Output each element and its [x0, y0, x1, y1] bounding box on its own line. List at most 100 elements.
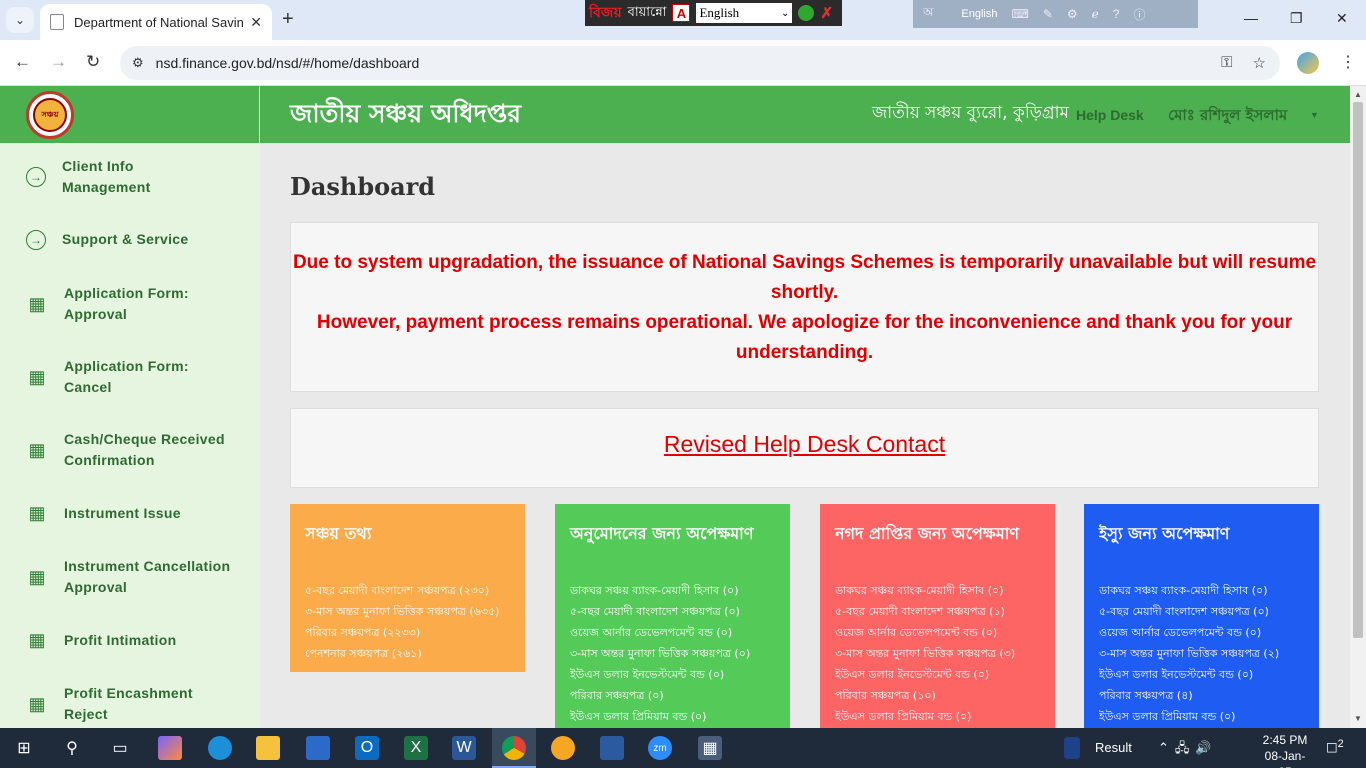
card-title: নগদ প্রাপ্তির জন্য অপেক্ষমাণ: [835, 524, 1020, 543]
list-item[interactable]: ওয়েজ আর্নার ডেভেলপমেন্ট বন্ড (০): [1099, 622, 1304, 643]
bangla-char-icon[interactable]: অ: [923, 4, 933, 24]
list-item[interactable]: ইউএস ডলার ইনভেস্টমেন্ট বন্ড (০): [1099, 664, 1304, 685]
info-icon[interactable]: ⓘ: [1133, 6, 1145, 23]
edge-browser-icon[interactable]: [208, 736, 232, 760]
window-close-icon[interactable]: ✕: [1336, 10, 1348, 27]
grid-table-icon: ▦: [28, 629, 46, 650]
sidebar-item-instrument-issue[interactable]: ▦ Instrument Issue: [26, 502, 246, 524]
pen-icon[interactable]: ✎: [1043, 7, 1053, 21]
sidebar-item-support[interactable]: → Support & Service: [26, 229, 246, 250]
browser-menu-icon[interactable]: ⋮: [1340, 52, 1356, 72]
page-scrollbar[interactable]: ▲ ▼: [1350, 86, 1366, 728]
list-item[interactable]: ৫-বছর মেয়াদী বাংলাদেশ সঞ্চয়পত্র (০): [570, 601, 775, 622]
sidebar-item-client-info[interactable]: → Client Info Management: [26, 156, 246, 198]
list-item[interactable]: ৩-মাস অন্তর মুনাফা ভিত্তিক সঞ্চয়পত্র (২…: [1099, 643, 1304, 664]
caret-down-icon[interactable]: ▼: [1310, 110, 1319, 120]
sidebar-item-profit-intimation[interactable]: ▦ Profit Intimation: [26, 629, 246, 651]
scrollbar-thumb[interactable]: [1353, 102, 1363, 638]
list-item[interactable]: পরিবার সঞ্চয়পত্র (০): [570, 685, 775, 706]
list-item[interactable]: পরিবার সঞ্চয়পত্র (৪): [1099, 685, 1304, 706]
ime-a-icon[interactable]: A: [672, 4, 691, 22]
list-item[interactable]: ইউএস ডলার প্রিমিয়াম বন্ড (০): [570, 706, 775, 727]
ime-close-icon[interactable]: ✗: [820, 4, 833, 22]
url-field[interactable]: ⚙ nsd.finance.gov.bd/nsd/#/home/dashboar…: [120, 46, 1280, 80]
clock[interactable]: 2:45 PM 08-Jan-25: [1260, 732, 1310, 768]
microsoft-store-icon[interactable]: [306, 736, 330, 760]
password-key-icon[interactable]: ⚿: [1221, 54, 1232, 72]
list-item[interactable]: ডাকঘর সঞ্চয় ব্যাংক-মেয়াদী হিসাব (০): [835, 580, 1040, 601]
list-item[interactable]: ৫-বছর মেয়াদী বাংলাদেশ সঞ্চয়পত্র (২৩০): [305, 580, 510, 601]
list-item[interactable]: ৫-বছর মেয়াদী বাংলাদেশ সঞ্চয়পত্র (১): [835, 601, 1040, 622]
photo-viewer-icon[interactable]: [600, 736, 624, 760]
list-item[interactable]: ইউএস ডলার ইনভেস্টমেন্ট বন্ড (০): [570, 664, 775, 685]
notification-bell-icon[interactable]: ☐2: [1326, 738, 1344, 756]
list-item[interactable]: ওয়েজ আর্নার ডেভেলপমেন্ট বন্ড (০): [570, 622, 775, 643]
scroll-down-icon[interactable]: ▼: [1354, 714, 1362, 723]
help-icon[interactable]: ?: [1113, 7, 1120, 21]
list-item[interactable]: ওয়েজ আর্নার ডেভেলপমেন্ট বন্ড (০): [835, 622, 1040, 643]
browser-tab[interactable]: Department of National Savings ✕: [40, 4, 272, 40]
user-menu[interactable]: মোঃ রশিদুল ইসলাম: [1168, 104, 1287, 129]
profile-avatar[interactable]: [1297, 52, 1319, 74]
chevron-down-icon: ⌄: [781, 7, 790, 19]
logo-emblem: সঞ্চয়: [33, 98, 67, 132]
list-item[interactable]: ৫-বছর মেয়াদী বাংলাদেশ সঞ্চয়পত্র (০): [1099, 601, 1304, 622]
search-icon[interactable]: ⚲: [60, 736, 84, 760]
help-desk-link[interactable]: Help Desk: [1076, 107, 1144, 123]
back-icon[interactable]: ←: [14, 52, 31, 72]
list-item[interactable]: ৩-মাস অন্তর মুনাফা ভিত্তিক সঞ্চয়পত্র (০…: [570, 643, 775, 664]
language-label[interactable]: English: [961, 8, 997, 20]
nsd-logo[interactable]: সঞ্চয়: [26, 91, 74, 139]
forward-icon[interactable]: →: [50, 52, 67, 72]
taskbar-active-app[interactable]: [492, 728, 536, 768]
main-content: Dashboard Due to system upgradation, the…: [260, 143, 1350, 734]
list-item[interactable]: ৩-মাস অন্তর মুনাফা ভিত্তিক সঞ্চয়পত্র (৩…: [835, 643, 1040, 664]
windows-start-icon[interactable]: ⊞: [12, 736, 36, 760]
list-item[interactable]: ৩-মাস অন্তর মুনাফা ভিত্তিক সঞ্চয়পত্র (৬…: [305, 601, 510, 622]
list-item[interactable]: পরিবার সঞ্চয়পত্র (১০): [835, 685, 1040, 706]
sidebar-item-application-approval[interactable]: ▦ Application Form: Approval: [26, 283, 246, 325]
ime-enable-icon[interactable]: [798, 5, 815, 21]
scroll-up-icon[interactable]: ▲: [1354, 90, 1362, 99]
nba-icon[interactable]: [1064, 737, 1080, 759]
new-tab-icon[interactable]: +: [282, 8, 294, 31]
reload-icon[interactable]: ↻: [86, 52, 100, 72]
minimize-icon[interactable]: —: [1244, 10, 1258, 26]
keyboard-icon[interactable]: ⌨: [1011, 7, 1028, 21]
revised-help-desk-link[interactable]: Revised Help Desk Contact: [664, 431, 945, 457]
sidebar-item-application-cancel[interactable]: ▦ Application Form: Cancel: [26, 356, 246, 398]
browser-e-icon[interactable]: ℯ: [1092, 7, 1099, 21]
list-item[interactable]: পরিবার সঞ্চয়পত্র (২২৩৩): [305, 622, 510, 643]
system-tray-icons[interactable]: ⌃🖧🔊: [1158, 739, 1218, 761]
bookmark-star-icon[interactable]: ☆: [1253, 54, 1266, 72]
calculator-icon[interactable]: ▦: [698, 736, 722, 760]
zoom-icon[interactable]: zm: [648, 736, 672, 760]
list-item[interactable]: ইউএস ডলার প্রিমিয়াম বন্ড (০): [835, 706, 1040, 727]
sidebar-item-profit-encashment-reject[interactable]: ▦ Profit Encashment Reject: [26, 683, 246, 725]
chrome-icon[interactable]: [502, 736, 526, 760]
file-explorer-icon[interactable]: [256, 736, 280, 760]
restore-icon[interactable]: ❐: [1290, 10, 1303, 27]
tab-close-icon[interactable]: ✕: [250, 14, 262, 31]
widget-result[interactable]: Result: [1095, 740, 1132, 755]
list-item[interactable]: ডাকঘর সঞ্চয় ব্যাংক-মেয়াদী হিসাব (০): [570, 580, 775, 601]
task-view-icon[interactable]: ▭: [108, 736, 132, 760]
copilot-icon[interactable]: [158, 736, 182, 760]
list-item[interactable]: ইউএস ডলার প্রিমিয়াম বন্ড (০): [1099, 706, 1304, 727]
sidebar-item-instrument-cancellation[interactable]: ▦ Instrument Cancellation Approval: [26, 556, 246, 598]
outlook-icon[interactable]: O: [355, 736, 379, 760]
settings-gear-icon[interactable]: ⚙: [1067, 7, 1078, 21]
list-item[interactable]: ইউএস ডলার ইনভেস্টমেন্ট বন্ড (০): [835, 664, 1040, 685]
list-item[interactable]: পেনশনার সঞ্চয়পত্র (২৬১): [305, 643, 510, 664]
sidebar-item-cash-cheque[interactable]: ▦ Cash/Cheque Received Confirmation: [26, 429, 246, 471]
site-info-icon[interactable]: ⚙: [132, 55, 144, 71]
ime-language-select[interactable]: English ⌄: [696, 3, 793, 23]
vpn-shield-icon[interactable]: [551, 736, 575, 760]
tab-search-icon[interactable]: ⌄: [6, 7, 34, 33]
excel-icon[interactable]: X: [404, 736, 428, 760]
office-name: জাতীয় সঞ্চয় ব্যুরো, কুড়িগ্রাম: [872, 103, 1069, 123]
card-savings-info: সঞ্চয় তথ্য ৫-বছর মেয়াদী বাংলাদেশ সঞ্চয…: [290, 504, 525, 672]
site-title: জাতীয় সঞ্চয় অধিদপ্তর: [290, 99, 521, 128]
word-icon[interactable]: W: [452, 736, 476, 760]
list-item[interactable]: ডাকঘর সঞ্চয় ব্যাংক-মেয়াদী হিসাব (০): [1099, 580, 1304, 601]
